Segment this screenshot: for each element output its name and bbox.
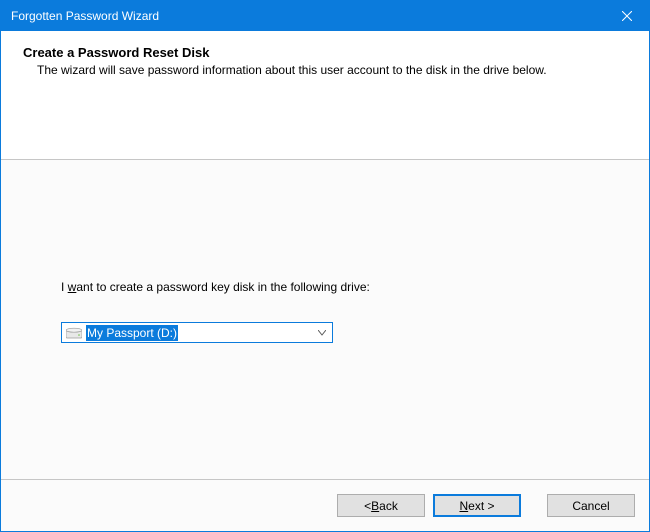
wizard-window: Forgotten Password Wizard Create a Passw… [0, 0, 650, 532]
cancel-label: Cancel [572, 499, 609, 513]
next-suffix: ext > [468, 499, 494, 513]
next-button[interactable]: Next > [433, 494, 521, 517]
next-accelerator: N [459, 499, 468, 513]
wizard-footer: < Back Next > Cancel [1, 479, 649, 531]
titlebar: Forgotten Password Wizard [1, 1, 649, 31]
close-icon [622, 11, 632, 21]
wizard-content: I want to create a password key disk in … [1, 160, 649, 479]
drive-selected-value: My Passport (D:) [86, 325, 178, 341]
back-button[interactable]: < Back [337, 494, 425, 517]
drive-select[interactable]: My Passport (D:) [61, 322, 333, 343]
prompt-text-pre: I [61, 280, 68, 294]
drive-prompt: I want to create a password key disk in … [61, 280, 589, 294]
page-subtitle: The wizard will save password informatio… [37, 62, 617, 78]
chevron-down-icon [314, 330, 330, 336]
close-button[interactable] [604, 1, 649, 31]
window-title: Forgotten Password Wizard [11, 9, 159, 23]
wizard-header: Create a Password Reset Disk The wizard … [1, 31, 649, 160]
cancel-button[interactable]: Cancel [547, 494, 635, 517]
page-title: Create a Password Reset Disk [23, 45, 617, 60]
back-prefix: < [364, 499, 371, 513]
back-suffix: ack [379, 499, 398, 513]
prompt-text-post: ant to create a password key disk in the… [76, 280, 369, 294]
drive-icon [66, 327, 82, 339]
back-accelerator: B [371, 499, 379, 513]
